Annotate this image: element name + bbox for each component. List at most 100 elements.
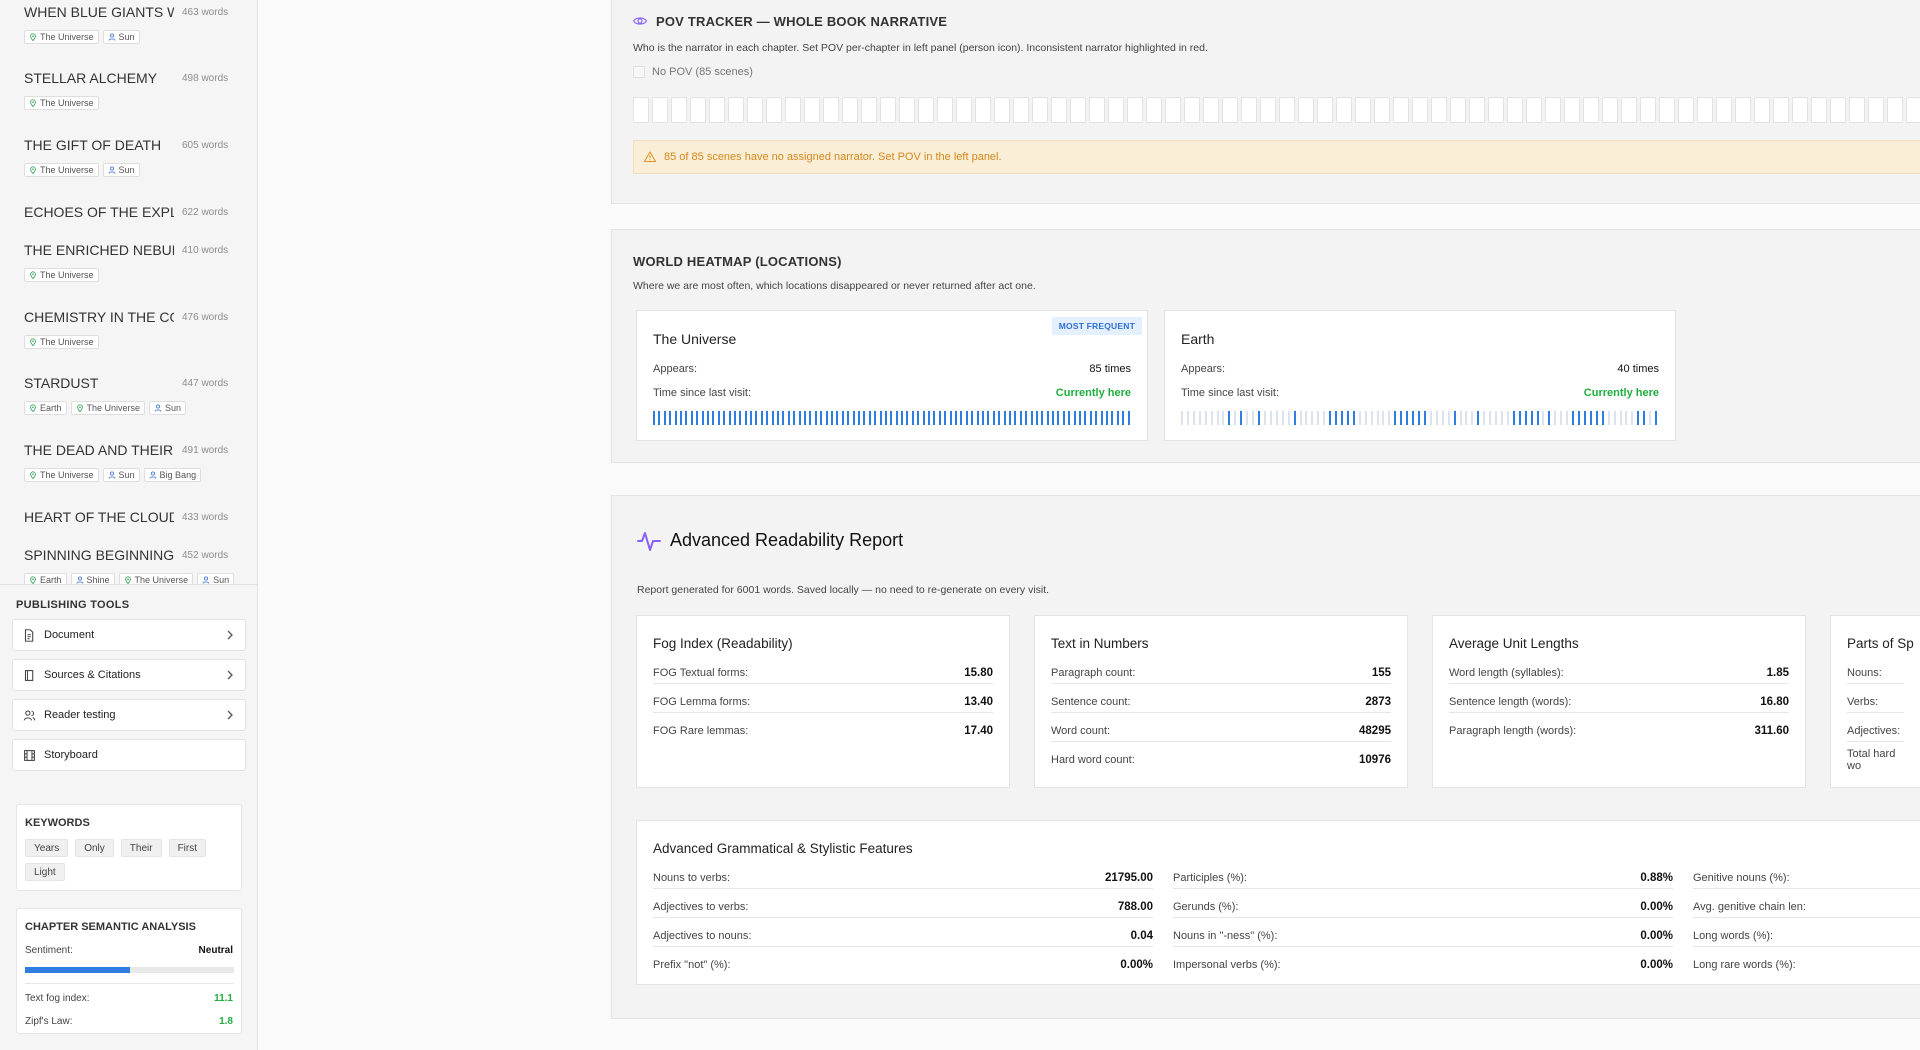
pov-scene-cell[interactable] xyxy=(918,97,934,123)
pov-scene-cell[interactable] xyxy=(1146,97,1162,123)
chapter-item[interactable]: HEART OF THE CLOUD 433 words xyxy=(24,505,242,529)
location-tag[interactable]: Earth xyxy=(24,401,67,415)
pov-scene-cell[interactable] xyxy=(1355,97,1371,123)
chapter-item[interactable]: STELLAR ALCHEMY 498 words The Universe xyxy=(24,66,242,110)
pov-scene-cell[interactable] xyxy=(1051,97,1067,123)
pov-scene-cell[interactable] xyxy=(1336,97,1352,123)
tool-reader-testingbutton[interactable]: Reader testing xyxy=(12,699,246,731)
pov-scene-cell[interactable] xyxy=(1032,97,1048,123)
pov-scene-cell[interactable] xyxy=(690,97,706,123)
pov-scene-cell[interactable] xyxy=(1659,97,1675,123)
pov-scene-cell[interactable] xyxy=(880,97,896,123)
pov-scene-cell[interactable] xyxy=(709,97,725,123)
pov-scene-cell[interactable] xyxy=(1868,97,1884,123)
location-card[interactable]: Earth Appears: 40 times Time since last v… xyxy=(1164,310,1676,441)
pov-scene-cell[interactable] xyxy=(1412,97,1428,123)
pov-scene-cell[interactable] xyxy=(1602,97,1618,123)
pov-scene-cell[interactable] xyxy=(1241,97,1257,123)
pov-scene-cell[interactable] xyxy=(1469,97,1485,123)
chapter-item[interactable]: STARDUST 447 words Earth The Universe Sun xyxy=(24,371,242,415)
tool-documentbutton[interactable]: Document xyxy=(12,619,246,651)
character-tag[interactable]: Sun xyxy=(197,573,235,584)
pov-scene-cell[interactable] xyxy=(1317,97,1333,123)
location-tag[interactable]: Earth xyxy=(24,573,67,584)
location-tag[interactable]: The Universe xyxy=(118,573,194,584)
pov-scene-cell[interactable] xyxy=(766,97,782,123)
pov-scene-cell[interactable] xyxy=(956,97,972,123)
pov-scene-cell[interactable] xyxy=(1013,97,1029,123)
chapter-item[interactable]: THE DEAD AND THEIR LE 491 words The Univer… xyxy=(24,438,242,482)
pov-scene-cell[interactable] xyxy=(804,97,820,123)
character-tag[interactable]: Big Bang xyxy=(143,468,202,482)
pov-scene-cell[interactable] xyxy=(1089,97,1105,123)
pov-scene-cell[interactable] xyxy=(994,97,1010,123)
pov-scene-cell[interactable] xyxy=(747,97,763,123)
character-tag[interactable]: Sun xyxy=(102,163,140,177)
pov-scene-cell[interactable] xyxy=(1716,97,1732,123)
pov-scene-cell[interactable] xyxy=(1887,97,1903,123)
pov-scene-cell[interactable] xyxy=(975,97,991,123)
pov-scene-cell[interactable] xyxy=(1184,97,1200,123)
pov-scene-cell[interactable] xyxy=(633,97,649,123)
pov-scene-cell[interactable] xyxy=(1754,97,1770,123)
pov-scene-cell[interactable] xyxy=(1526,97,1542,123)
tool-storyboardbutton[interactable]: Storyboard xyxy=(12,739,246,771)
chapter-list[interactable]: WHEN BLUE GIANTS WE 463 words The Universe… xyxy=(0,0,258,584)
pov-scene-cell[interactable] xyxy=(1621,97,1637,123)
pov-scene-cell[interactable] xyxy=(823,97,839,123)
location-tag[interactable]: The Universe xyxy=(24,96,99,110)
location-card[interactable]: MOST FREQUENT The Universe Appears: 85 tim… xyxy=(636,310,1148,441)
keyword-chip[interactable]: Years xyxy=(25,839,69,857)
pov-scene-cell[interactable] xyxy=(1165,97,1181,123)
pov-scene-cell[interactable] xyxy=(1583,97,1599,123)
pov-scene-cell[interactable] xyxy=(937,97,953,123)
pov-scene-cell[interactable] xyxy=(1830,97,1846,123)
pov-scene-cell[interactable] xyxy=(1127,97,1143,123)
pov-scene-cell[interactable] xyxy=(899,97,915,123)
pov-scene-cell[interactable] xyxy=(842,97,858,123)
pov-scene-cell[interactable] xyxy=(1374,97,1390,123)
pov-scene-cell[interactable] xyxy=(1773,97,1789,123)
pov-scene-cell[interactable] xyxy=(1811,97,1827,123)
pov-scene-cell[interactable] xyxy=(1393,97,1409,123)
chapter-item[interactable]: THE GIFT OF DEATH 605 words The Universe Su… xyxy=(24,133,242,177)
chapter-item[interactable]: ECHOES OF THE EXPLOS 622 words xyxy=(24,200,242,224)
keyword-chip[interactable]: Their xyxy=(120,839,162,857)
pov-scene-cell[interactable] xyxy=(785,97,801,123)
tool-sources-citationsbutton[interactable]: Sources & Citations xyxy=(12,659,246,691)
pov-scene-cell[interactable] xyxy=(1640,97,1656,123)
character-tag[interactable]: Sun xyxy=(102,30,140,44)
keyword-chip[interactable]: Light xyxy=(25,863,65,881)
chapter-item[interactable]: CHEMISTRY IN THE COLI 476 words The Univer… xyxy=(24,305,242,349)
pov-scene-cell[interactable] xyxy=(1545,97,1561,123)
pov-scene-cell[interactable] xyxy=(1222,97,1238,123)
character-tag[interactable]: Shine xyxy=(70,573,115,584)
pov-scene-cell[interactable] xyxy=(1431,97,1447,123)
pov-scene-cell[interactable] xyxy=(1108,97,1124,123)
pov-scene-cell[interactable] xyxy=(1906,97,1920,123)
pov-scene-cell[interactable] xyxy=(652,97,668,123)
pov-scene-cell[interactable] xyxy=(861,97,877,123)
pov-scene-cell[interactable] xyxy=(1298,97,1314,123)
keyword-chip[interactable]: Only xyxy=(75,839,114,857)
pov-scene-cell[interactable] xyxy=(671,97,687,123)
location-tag[interactable]: The Universe xyxy=(24,335,99,349)
character-tag[interactable]: Sun xyxy=(102,468,140,482)
chapter-item[interactable]: WHEN BLUE GIANTS WE 463 words The Universe… xyxy=(24,0,242,44)
pov-scene-cell[interactable] xyxy=(1678,97,1694,123)
pov-scene-cell[interactable] xyxy=(1564,97,1580,123)
location-tag[interactable]: The Universe xyxy=(24,468,99,482)
location-tag[interactable]: The Universe xyxy=(24,163,99,177)
pov-scene-cell[interactable] xyxy=(1849,97,1865,123)
pov-scene-cell[interactable] xyxy=(1735,97,1751,123)
pov-scene-cell[interactable] xyxy=(1279,97,1295,123)
chapter-item[interactable]: SPINNING BEGINNINGS 452 words Earth Shine Th… xyxy=(24,543,242,584)
pov-scene-cell[interactable] xyxy=(1488,97,1504,123)
pov-scene-cell[interactable] xyxy=(1697,97,1713,123)
location-tag[interactable]: The Universe xyxy=(70,401,146,415)
keyword-chip[interactable]: First xyxy=(168,839,207,857)
pov-scene-cell[interactable] xyxy=(1203,97,1219,123)
pov-scene-cell[interactable] xyxy=(1450,97,1466,123)
character-tag[interactable]: Sun xyxy=(149,401,187,415)
pov-scene-cell[interactable] xyxy=(1260,97,1276,123)
